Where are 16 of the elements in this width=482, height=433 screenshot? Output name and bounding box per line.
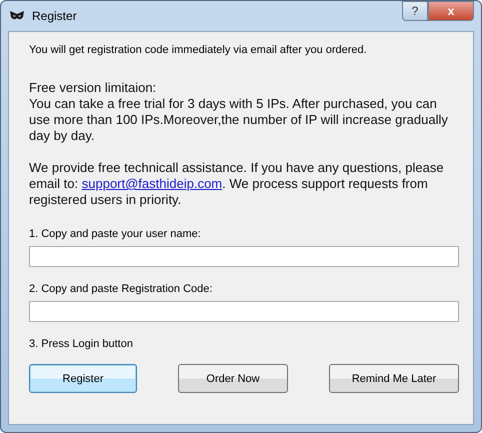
support-text: We provide free technicall assistance. If you have any questions, please email to: support@fasthideip.com. We process support requests from registered users in priority. <box>29 160 445 208</box>
dialog-button[interactable]: Remind Me Later <box>329 364 459 393</box>
help-button[interactable]: ? <box>402 1 428 21</box>
dialog-button[interactable]: Order Now <box>178 364 288 393</box>
email-link[interactable]: support@fasthideip.com <box>82 176 222 191</box>
dialog-button[interactable]: Register <box>29 364 137 393</box>
step-label: 1. Copy and paste your user name: <box>29 228 202 240</box>
mask-icon <box>10 11 24 21</box>
input-field[interactable] <box>29 301 459 322</box>
notice-text: You will get registration code immediately via email after you ordered. <box>29 44 368 56</box>
limitation-text: You can take a free trial for 3 days with 5 IPs. After purchased, you can use more than 100 IPs.Moreover,the number of IP will increase gradually day by day. <box>29 96 449 144</box>
step-label: 3. Press Login button <box>29 338 134 350</box>
limitation-heading: Free version limitaion: <box>29 80 158 96</box>
window-title: Register <box>32 9 77 23</box>
input-field[interactable] <box>29 246 459 267</box>
step-label: 2. Copy and paste Registration Code: <box>29 283 214 295</box>
